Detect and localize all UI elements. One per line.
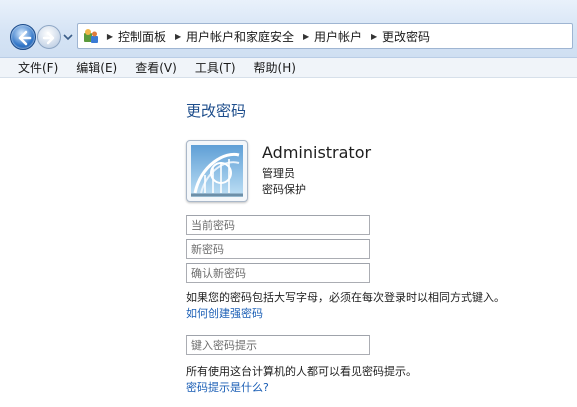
breadcrumb-separator-icon[interactable]: ▶ <box>104 24 116 48</box>
back-button[interactable] <box>10 24 36 50</box>
page-title: 更改密码 <box>186 102 247 120</box>
change-password-panel: 更改密码 Administrator 管理员 密码保护 如果您的密码包括大写字母… <box>0 79 577 407</box>
password-status: 密码保护 <box>262 183 306 196</box>
menu-file[interactable]: 文件(F) <box>6 59 65 76</box>
breadcrumb-separator-icon[interactable]: ▶ <box>172 24 184 48</box>
password-hint-field[interactable] <box>186 335 370 355</box>
user-picture-icon <box>186 140 248 202</box>
menu-tools[interactable]: 工具(T) <box>184 59 243 76</box>
address-bar-strip: ▶ 控制面板 ▶ 用户帐户和家庭安全 ▶ 用户帐户 ▶ 更改密码 <box>0 0 577 58</box>
menu-bar: 文件(F) 编辑(E) 查看(V) 工具(T) 帮助(H) <box>0 58 577 78</box>
breadcrumb[interactable]: ▶ 控制面板 ▶ 用户帐户和家庭安全 ▶ 用户帐户 ▶ 更改密码 <box>77 23 573 49</box>
breadcrumb-separator-icon[interactable]: ▶ <box>300 24 312 48</box>
breadcrumb-separator-icon[interactable]: ▶ <box>368 24 380 48</box>
user-role: 管理员 <box>262 167 295 180</box>
control-panel-icon[interactable] <box>78 24 104 48</box>
current-password-field[interactable] <box>186 215 370 235</box>
password-hint-link[interactable]: 密码提示是什么? <box>186 379 269 395</box>
recent-pages-chevron-icon[interactable] <box>63 33 73 41</box>
breadcrumb-item-control-panel[interactable]: 控制面板 <box>116 28 172 45</box>
new-password-field[interactable] <box>186 239 370 259</box>
confirm-password-field[interactable] <box>186 263 370 283</box>
breadcrumb-item-user-accounts[interactable]: 用户帐户 <box>312 28 368 45</box>
breadcrumb-item-change-password[interactable]: 更改密码 <box>380 28 436 45</box>
arrow-right-icon <box>42 31 55 45</box>
menu-edit[interactable]: 编辑(E) <box>65 59 124 76</box>
user-name: Administrator <box>262 143 372 162</box>
menu-view[interactable]: 查看(V) <box>124 59 184 76</box>
breadcrumb-item-user-accounts-family-safety[interactable]: 用户帐户和家庭安全 <box>184 28 300 45</box>
strong-password-link[interactable]: 如何创建强密码 <box>186 305 263 321</box>
arrow-left-icon <box>18 30 32 46</box>
menu-help[interactable]: 帮助(H) <box>243 59 303 76</box>
hint-note: 所有使用这台计算机的人都可以看见密码提示。 <box>186 365 417 378</box>
forward-button[interactable] <box>37 25 61 49</box>
caps-note: 如果您的密码包括大写字母，必须在每次登录时以相同方式键入。 <box>186 291 505 304</box>
